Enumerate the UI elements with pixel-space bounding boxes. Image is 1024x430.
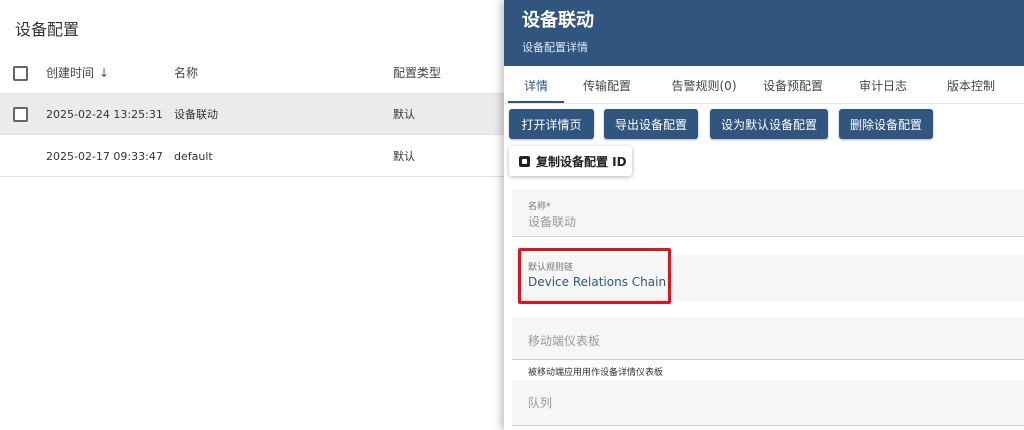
tab-details[interactable]: 详情	[508, 66, 564, 104]
table-row[interactable]: 2025-02-24 13:25:31 设备联动 默认	[0, 94, 504, 135]
column-type-header[interactable]: 配置类型	[393, 52, 441, 93]
mobile-dashboard-placeholder: 移动端仪表板	[528, 334, 601, 348]
column-name-header[interactable]: 名称	[174, 52, 198, 93]
detail-header: 设备联动 设备配置详情	[504, 0, 1024, 66]
device-profile-list: 设备配置 创建时间 ↓ 名称 配置类型 2025-02-24 13:25:31 …	[0, 0, 504, 430]
tab-provisioning[interactable]: 设备预配置	[754, 66, 832, 104]
name-field[interactable]: 名称* 设备联动	[512, 190, 1024, 237]
row-type: 默认	[393, 108, 415, 121]
detail-subtitle: 设备配置详情	[522, 41, 588, 54]
queue-placeholder: 队列	[528, 396, 553, 410]
column-created-label: 创建时间	[46, 66, 95, 80]
copy-icon	[519, 155, 530, 167]
select-all-checkbox[interactable]	[13, 65, 28, 81]
default-rule-chain-field[interactable]: 默认规则链 Device Relations Chain	[512, 255, 1024, 301]
table-header: 创建时间 ↓ 名称 配置类型	[0, 52, 504, 94]
copy-profile-id-button[interactable]: 复制设备配置 ID	[509, 146, 632, 176]
name-field-label: 名称*	[528, 202, 551, 212]
mobile-dashboard-hint: 被移动端应用用作设备详情仪表板	[528, 368, 664, 378]
queue-field[interactable]: 队列	[512, 380, 1024, 426]
arrow-down-icon: ↓	[99, 65, 110, 80]
page-title: 设备配置	[15, 20, 80, 39]
column-created-header[interactable]: 创建时间 ↓	[46, 52, 109, 93]
detail-title: 设备联动	[522, 10, 594, 31]
copy-profile-id-label: 复制设备配置 ID	[536, 154, 627, 169]
row-checkbox[interactable]	[13, 107, 28, 122]
row-name: 设备联动	[174, 108, 218, 121]
tab-version-control[interactable]: 版本控制	[932, 66, 1010, 104]
detail-tabs: 详情 传输配置 告警规则(0) 设备预配置 审计日志 版本控制	[504, 66, 1024, 104]
set-default-profile-button[interactable]: 设为默认设备配置	[710, 109, 828, 139]
export-profile-button[interactable]: 导出设备配置	[604, 109, 698, 139]
device-profile-detail-panel: 设备联动 设备配置详情 详情 传输配置 告警规则(0) 设备预配置 审计日志 版…	[504, 0, 1024, 430]
row-created: 2025-02-17 09:33:47	[46, 149, 163, 163]
mobile-dashboard-field[interactable]: 移动端仪表板	[512, 318, 1024, 360]
row-created: 2025-02-24 13:25:31	[46, 107, 163, 121]
tab-transport[interactable]: 传输配置	[570, 66, 644, 104]
name-field-value: 设备联动	[528, 215, 577, 229]
tab-audit-log[interactable]: 审计日志	[844, 66, 922, 104]
row-type: 默认	[393, 150, 415, 163]
open-details-button[interactable]: 打开详情页	[509, 109, 594, 139]
table-row[interactable]: 2025-02-17 09:33:47 default 默认	[0, 136, 504, 177]
tab-alarm-rules[interactable]: 告警规则(0)	[654, 66, 754, 104]
rule-chain-label: 默认规则链	[528, 263, 574, 273]
active-tab-indicator	[508, 101, 564, 103]
rule-chain-link[interactable]: Device Relations Chain	[528, 275, 666, 289]
row-name: default	[174, 149, 213, 163]
delete-profile-button[interactable]: 删除设备配置	[839, 109, 933, 139]
